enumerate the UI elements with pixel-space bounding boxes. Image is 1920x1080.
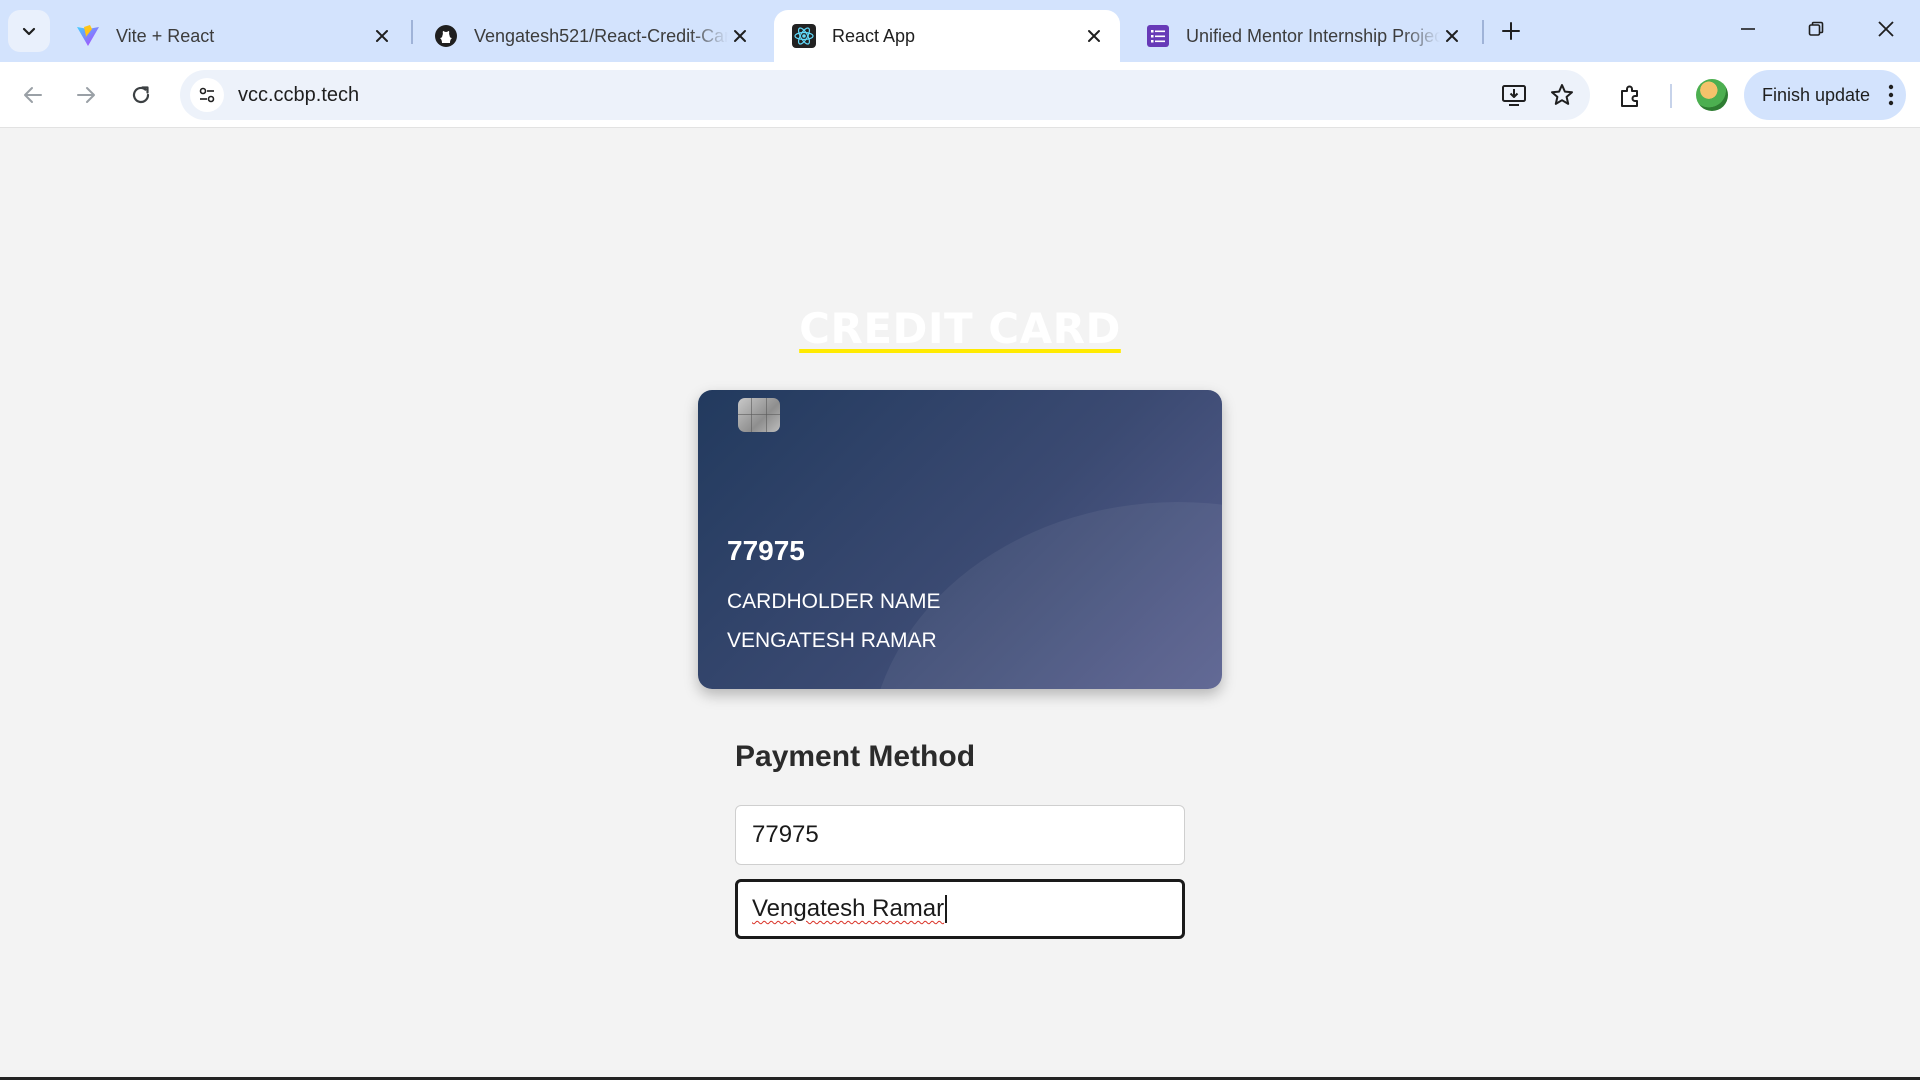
tab-strip: Vite + React Vengatesh521/React-Credit-C… xyxy=(0,0,1920,62)
url-text[interactable]: vcc.ccbp.tech xyxy=(238,84,1494,107)
tab-title: Vite + React xyxy=(116,25,215,46)
payment-method-title: Payment Method xyxy=(735,740,976,773)
react-logo-icon xyxy=(792,24,816,48)
close-window-button[interactable] xyxy=(1860,8,1912,50)
close-tab-icon[interactable] xyxy=(1082,24,1106,48)
tab-search-button[interactable] xyxy=(8,10,50,52)
install-app-icon[interactable] xyxy=(1494,75,1534,115)
cardholder-label: CARDHOLDER NAME xyxy=(727,590,941,613)
puzzle-icon xyxy=(1621,85,1638,107)
close-tab-icon[interactable] xyxy=(728,24,752,48)
minimize-icon xyxy=(1741,28,1755,30)
profile-avatar[interactable] xyxy=(1696,79,1728,111)
credit-card-heading: CREDIT CARD xyxy=(799,304,1121,353)
back-button[interactable] xyxy=(14,76,52,114)
restore-button[interactable] xyxy=(1790,8,1842,50)
arrow-left-icon xyxy=(24,87,42,103)
cardholder-name-display: VENGATESH RAMAR xyxy=(727,629,937,652)
plus-icon xyxy=(1502,22,1520,40)
restore-icon xyxy=(1808,21,1824,36)
browser-toolbar: vcc.ccbp.tech Finish update xyxy=(0,62,1920,128)
site-info-icon[interactable] xyxy=(190,78,224,112)
cardholder-name-input[interactable]: Vengatesh Ramar xyxy=(735,879,1185,939)
arrow-right-icon xyxy=(77,87,95,103)
address-bar[interactable]: vcc.ccbp.tech xyxy=(180,70,1590,120)
tab-react-app[interactable]: React App xyxy=(774,10,1120,62)
tab-title: React App xyxy=(832,25,916,46)
github-icon xyxy=(434,24,458,48)
tab-unified-mentor[interactable]: Unified Mentor Internship Project xyxy=(1128,10,1478,62)
finish-update-label: Finish update xyxy=(1762,84,1871,105)
tab-vite-react[interactable]: Vite + React xyxy=(58,10,408,62)
more-options-icon[interactable] xyxy=(1876,84,1906,106)
forms-icon xyxy=(1146,24,1170,48)
card-number-value: 77975 xyxy=(752,821,819,848)
reload-icon xyxy=(132,86,150,104)
page-heading: CREDIT CARD xyxy=(0,304,1920,353)
extensions-button[interactable] xyxy=(1610,76,1650,116)
vite-logo-icon xyxy=(76,24,100,48)
tab-github-repo[interactable]: Vengatesh521/React-Credit-Card xyxy=(416,10,766,62)
close-tab-icon[interactable] xyxy=(370,24,394,48)
reload-button[interactable] xyxy=(122,76,160,114)
card-number-input[interactable]: 77975 xyxy=(735,805,1185,865)
finish-update-button[interactable]: Finish update xyxy=(1744,70,1906,120)
minimize-button[interactable] xyxy=(1722,8,1774,50)
card-chip-icon xyxy=(738,398,780,432)
tab-title: Vengatesh521/React-Credit-Card xyxy=(474,25,728,46)
credit-card-preview: 77975 CARDHOLDER NAME VENGATESH RAMAR xyxy=(698,390,1222,689)
close-icon xyxy=(1878,21,1894,37)
forward-button[interactable] xyxy=(67,76,105,114)
card-number-display: 77975 xyxy=(727,535,805,566)
tab-title: Unified Mentor Internship Project xyxy=(1186,25,1440,46)
text-caret xyxy=(945,895,948,923)
bookmark-star-icon[interactable] xyxy=(1542,75,1582,115)
toolbar-separator xyxy=(1670,84,1672,108)
close-tab-icon[interactable] xyxy=(1440,24,1464,48)
chevron-down-icon xyxy=(22,27,36,36)
tab-separator xyxy=(1482,20,1484,44)
new-tab-button[interactable] xyxy=(1494,14,1528,48)
cardholder-name-value: Vengatesh Ramar xyxy=(752,895,945,922)
tab-separator xyxy=(411,20,413,44)
